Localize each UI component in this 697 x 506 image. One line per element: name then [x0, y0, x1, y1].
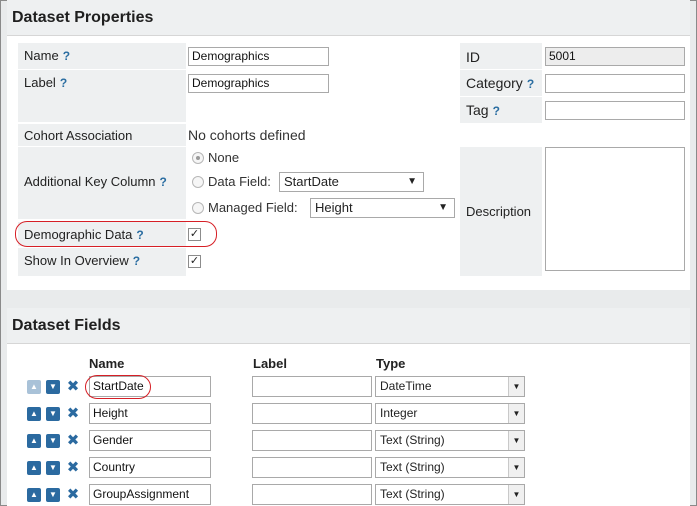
startdate-highlight	[85, 375, 151, 399]
move-up-icon: ▲	[27, 380, 41, 394]
dataset-fields-title: Dataset Fields	[7, 308, 690, 344]
name-input[interactable]: Demographics	[188, 47, 329, 66]
none-radio[interactable]	[192, 152, 204, 164]
show-overview-label: Show In Overview	[24, 253, 129, 268]
field-label-input[interactable]	[252, 376, 372, 397]
tag-help-icon[interactable]: ?	[493, 104, 500, 118]
category-help-icon[interactable]: ?	[527, 77, 534, 91]
demographic-highlight	[15, 221, 217, 247]
description-label: Description	[466, 204, 532, 219]
data-field-select-value: StartDate	[284, 174, 339, 189]
column-header-name: Name	[89, 356, 125, 371]
move-up-icon[interactable]: ▲	[27, 407, 41, 421]
dataset-properties-title: Dataset Properties	[7, 0, 690, 36]
tag-label: Tag	[466, 102, 489, 118]
additional-key-help-icon[interactable]: ?	[160, 175, 167, 189]
move-down-icon[interactable]: ▼	[46, 380, 60, 394]
chevron-down-icon: ▼	[508, 431, 524, 450]
id-input: 5001	[545, 47, 685, 66]
chevron-down-icon: ▼	[508, 485, 524, 504]
managed-field-select-value: Height	[315, 200, 353, 215]
category-label-cell: Category?	[460, 70, 542, 96]
data-field-select[interactable]: StartDate ▼	[279, 172, 424, 192]
chevron-down-icon: ▼	[508, 377, 524, 396]
managed-field-radio[interactable]	[192, 202, 204, 214]
field-type-select[interactable]: Text (String) ▼	[375, 484, 525, 505]
name-help-icon[interactable]: ?	[63, 49, 70, 63]
column-header-type: Type	[376, 356, 406, 371]
field-type-value: Integer	[380, 406, 418, 420]
description-label-cell: Description	[460, 147, 542, 276]
field-type-value: Text (String)	[380, 433, 445, 447]
move-down-icon[interactable]: ▼	[46, 461, 60, 475]
tag-input[interactable]	[545, 101, 685, 120]
field-label-input[interactable]	[252, 403, 372, 424]
move-down-icon[interactable]: ▼	[46, 407, 60, 421]
name-label-cell: Name?	[18, 43, 186, 69]
additional-key-label-cell: Additional Key Column?	[18, 147, 186, 219]
additional-key-label: Additional Key Column	[24, 174, 156, 189]
label-label-cell: Label?	[18, 70, 186, 122]
delete-icon[interactable]: ✖	[66, 379, 80, 394]
cohort-value: No cohorts defined	[188, 127, 306, 143]
chevron-down-icon: ▼	[407, 176, 417, 187]
move-up-icon[interactable]: ▲	[27, 488, 41, 502]
label-input[interactable]: Demographics	[188, 74, 329, 93]
field-type-value: DateTime	[380, 379, 432, 393]
field-label-input[interactable]	[252, 484, 372, 505]
delete-icon[interactable]: ✖	[66, 487, 80, 502]
managed-field-select[interactable]: Height ▼	[310, 198, 455, 218]
move-down-icon[interactable]: ▼	[46, 434, 60, 448]
move-up-icon[interactable]: ▲	[27, 434, 41, 448]
data-field-radio-label: Data Field:	[208, 174, 271, 189]
field-name-input[interactable]: Country	[89, 457, 211, 478]
delete-icon[interactable]: ✖	[66, 406, 80, 421]
category-label: Category	[466, 75, 523, 91]
field-name-input[interactable]: Height	[89, 403, 211, 424]
field-label-input[interactable]	[252, 457, 372, 478]
managed-field-radio-label: Managed Field:	[208, 200, 298, 215]
chevron-down-icon: ▼	[508, 458, 524, 477]
field-type-value: Text (String)	[380, 460, 445, 474]
field-type-select[interactable]: Integer ▼	[375, 403, 525, 424]
field-type-select[interactable]: DateTime ▼	[375, 376, 525, 397]
column-header-label: Label	[253, 356, 287, 371]
field-type-select[interactable]: Text (String) ▼	[375, 457, 525, 478]
name-label: Name	[24, 48, 59, 63]
delete-icon[interactable]: ✖	[66, 433, 80, 448]
category-input[interactable]	[545, 74, 685, 93]
chevron-down-icon: ▼	[438, 202, 448, 213]
id-label-cell: ID	[460, 43, 542, 69]
none-radio-label: None	[208, 150, 240, 165]
tag-label-cell: Tag?	[460, 97, 542, 123]
show-overview-checkbox[interactable]: ✓	[188, 255, 201, 268]
description-textarea[interactable]	[545, 147, 685, 271]
delete-icon[interactable]: ✖	[66, 460, 80, 475]
show-overview-label-cell: Show In Overview?	[18, 248, 186, 276]
id-label: ID	[466, 49, 480, 65]
label-help-icon[interactable]: ?	[60, 76, 67, 90]
field-name-input[interactable]: GroupAssignment	[89, 484, 211, 505]
move-up-icon[interactable]: ▲	[27, 461, 41, 475]
field-type-select[interactable]: Text (String) ▼	[375, 430, 525, 451]
move-down-icon[interactable]: ▼	[46, 488, 60, 502]
data-field-radio[interactable]	[192, 176, 204, 188]
chevron-down-icon: ▼	[508, 404, 524, 423]
field-type-value: Text (String)	[380, 487, 445, 501]
label-label: Label	[24, 75, 56, 90]
cohort-label-cell: Cohort Association	[18, 124, 186, 146]
field-label-input[interactable]	[252, 430, 372, 451]
field-name-input[interactable]: Gender	[89, 430, 211, 451]
cohort-label: Cohort Association	[24, 128, 133, 143]
show-overview-help-icon[interactable]: ?	[133, 254, 140, 268]
